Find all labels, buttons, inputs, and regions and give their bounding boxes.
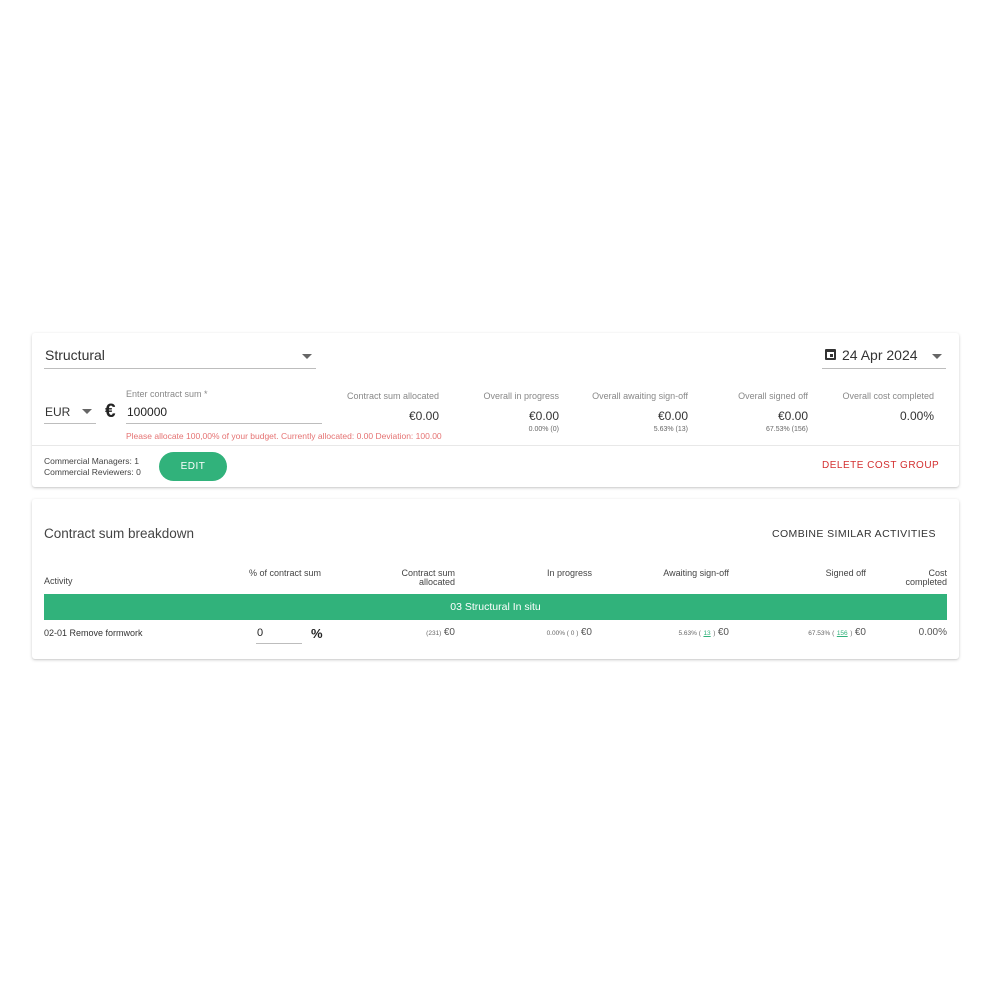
section-title: Contract sum breakdown: [44, 526, 195, 541]
percent-value: 0: [257, 627, 264, 639]
header-in-progress: In progress: [546, 568, 592, 578]
stat-label: Overall awaiting sign-off: [592, 391, 688, 401]
in-progress-cell: 0.00% ( 0 ) €0: [547, 627, 592, 638]
currency-value: EUR: [45, 405, 71, 419]
awaiting-count-link[interactable]: 13: [703, 630, 710, 637]
team-summary: Commercial Managers: 1 Commercial Review…: [44, 456, 141, 478]
calendar-icon: [825, 349, 836, 360]
edit-button[interactable]: EDIT: [159, 452, 227, 481]
stat-value: €0.00: [528, 409, 559, 423]
breakdown-card: Contract sum breakdown COMBINE SIMILAR A…: [32, 499, 959, 659]
header-signed-off: Signed off: [825, 568, 866, 578]
contract-sum-value: 100000: [127, 405, 168, 419]
cost-completed-cell: 0.00%: [918, 627, 947, 638]
stat-value: €0.00: [657, 409, 688, 423]
combine-similar-activities-button[interactable]: COMBINE SIMILAR ACTIVITIES: [772, 528, 936, 540]
stat-value: €0.00: [408, 409, 439, 423]
stat-in-progress: Overall in progress €0.00 0.00% (0): [483, 391, 559, 433]
stat-label: Overall signed off: [738, 391, 808, 401]
stat-label: Overall cost completed: [842, 391, 934, 401]
percent-input[interactable]: 0: [256, 624, 302, 644]
awaiting-close: ): [713, 630, 716, 637]
commercial-managers: Commercial Managers: 1: [44, 456, 139, 466]
signed-pct: 67.53% (: [808, 630, 835, 637]
stat-sub: 5.63% (13): [653, 426, 688, 433]
in-progress-value: €0: [580, 627, 592, 638]
currency-select[interactable]: EUR: [44, 401, 96, 424]
date-value: 24 Apr 2024: [842, 347, 918, 363]
header-allocated-line-2: allocated: [418, 577, 455, 587]
chevron-down-icon: [82, 409, 92, 414]
stat-label: Contract sum allocated: [346, 391, 439, 401]
signed-off-cell: 67.53% ( 156 ) €0: [808, 627, 866, 638]
contract-sum-label: Enter contract sum *: [126, 389, 208, 399]
in-progress-pct: 0.00% ( 0 ): [546, 630, 579, 637]
allocated-cell: (231) €0: [426, 627, 455, 638]
signed-value: €0: [854, 627, 866, 638]
group-name: 03 Structural In situ: [450, 601, 541, 613]
activity-group-row: 03 Structural In situ: [44, 594, 947, 620]
awaiting-pct: 5.63% (: [678, 630, 701, 637]
stat-sub: 0.00% (0): [528, 426, 559, 433]
stat-signed-off: Overall signed off €0.00 67.53% (156): [738, 391, 808, 433]
euro-icon: €: [105, 401, 116, 422]
cost-group-card: Structural 24 Apr 2024 EUR € Enter contr…: [32, 333, 959, 487]
header-awaiting: Awaiting sign-off: [663, 568, 729, 578]
header-percent: % of contract sum: [249, 568, 322, 578]
allocated-count: (231): [426, 630, 442, 637]
percent-icon: %: [311, 626, 323, 641]
header-cost-line-2: completed: [905, 577, 947, 587]
commercial-reviewers: Commercial Reviewers: 0: [44, 467, 141, 477]
date-select[interactable]: 24 Apr 2024: [822, 343, 946, 369]
divider: [32, 445, 959, 446]
awaiting-cell: 5.63% ( 13 ) €0: [679, 627, 729, 638]
stat-label: Overall in progress: [483, 391, 559, 401]
awaiting-value: €0: [717, 627, 729, 638]
chevron-down-icon: [932, 354, 942, 359]
stat-awaiting: Overall awaiting sign-off €0.00 5.63% (1…: [592, 391, 688, 433]
stat-cost-completed: Overall cost completed 0.00%: [842, 391, 934, 423]
signed-close: ): [850, 630, 853, 637]
header-cost-completed: Cost completed: [905, 569, 947, 587]
stat-value: €0.00: [777, 409, 808, 423]
header-allocated: Contract sum allocated: [401, 569, 455, 587]
stat-sub: 67.53% (156): [765, 426, 808, 433]
signed-count-link[interactable]: 156: [837, 630, 848, 637]
cost-group-name: Structural: [45, 347, 105, 363]
allocated-value: €0: [443, 627, 455, 638]
cost-group-select[interactable]: Structural: [44, 343, 316, 369]
contract-sum-input[interactable]: 100000: [126, 403, 322, 424]
header-activity: Activity: [44, 576, 73, 586]
stat-allocated: Contract sum allocated €0.00: [347, 391, 439, 423]
activity-name: 02-01 Remove formwork: [44, 628, 143, 638]
stat-value: 0.00%: [899, 409, 934, 423]
chevron-down-icon: [302, 354, 312, 359]
delete-cost-group-button[interactable]: DELETE COST GROUP: [822, 460, 939, 471]
allocation-error: Please allocate 100,00% of your budget. …: [126, 431, 442, 441]
